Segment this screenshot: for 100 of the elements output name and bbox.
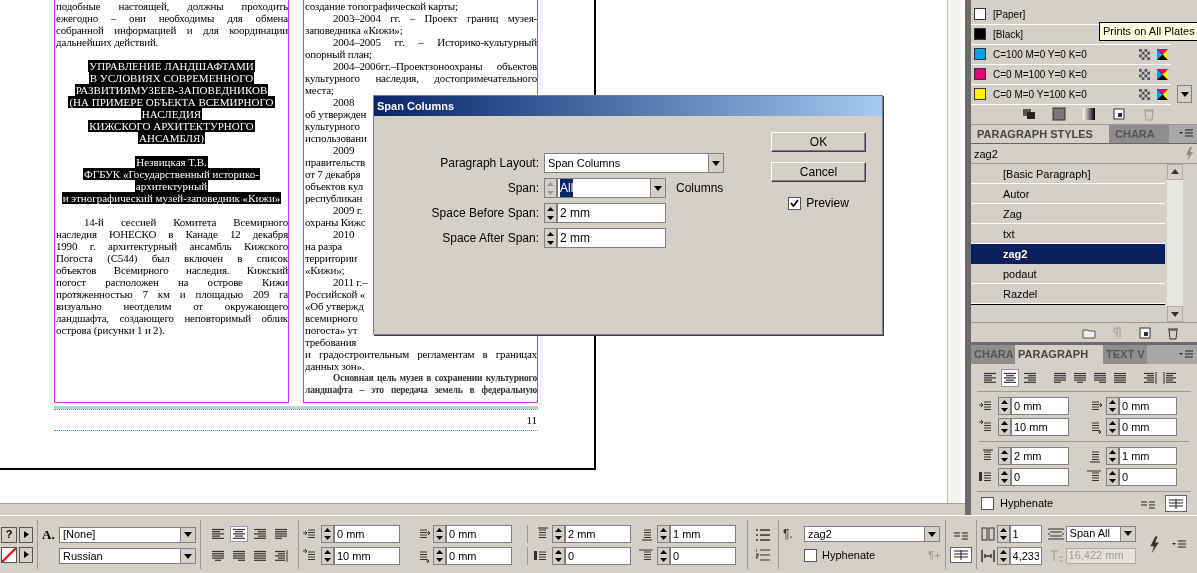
- input-field[interactable]: 0: [1011, 468, 1069, 487]
- dropdown[interactable]: Span Columns: [544, 153, 724, 173]
- style-list-item[interactable]: zag2: [971, 244, 1165, 265]
- input-field[interactable]: 0 mm: [446, 546, 512, 565]
- checkbox[interactable]: [981, 497, 994, 511]
- input-field[interactable]: 1 mm: [670, 524, 736, 543]
- input-field: 16,422 mm: [1065, 547, 1136, 564]
- stepper-button[interactable]: [998, 418, 1011, 437]
- stepper-button[interactable]: [544, 203, 557, 223]
- input-field[interactable]: 0 mm: [1119, 397, 1177, 416]
- style-list-item[interactable]: Razdel: [971, 284, 1165, 305]
- input-field[interactable]: 0 mm: [1011, 397, 1069, 416]
- field-label: Space Before Span:: [430, 205, 540, 222]
- stepper-button[interactable]: [657, 524, 670, 543]
- scroll-down-button[interactable]: [1177, 85, 1192, 103]
- stepper-button[interactable]: [544, 228, 557, 248]
- input-field[interactable]: 2 mm: [557, 203, 666, 223]
- align-button[interactable]: [230, 525, 248, 542]
- input-field[interactable]: 0: [565, 546, 631, 565]
- dialog-button[interactable]: OK: [771, 132, 866, 152]
- triangle-icon: [23, 551, 29, 558]
- stepper-button[interactable]: [1106, 418, 1119, 437]
- swatch-row[interactable]: C=0 M=100 Y=0 K=0: [971, 64, 1171, 85]
- input-field[interactable]: 0 mm: [334, 524, 400, 543]
- panel-menu-icon[interactable]: [1172, 539, 1186, 550]
- new-style-icon[interactable]: [1137, 325, 1153, 340]
- dropdown[interactable]: Span All: [1065, 525, 1136, 542]
- input-field[interactable]: 2 mm: [565, 524, 631, 543]
- stepper-button[interactable]: [321, 546, 334, 565]
- numbered-list-icon[interactable]: [756, 547, 770, 562]
- dialog-button[interactable]: Cancel: [771, 162, 866, 182]
- dropdown[interactable]: [None]: [59, 526, 196, 543]
- input-field[interactable]: 2 mm: [557, 228, 666, 248]
- input-field[interactable]: 0 mm: [1119, 418, 1177, 437]
- span-all-button[interactable]: [949, 546, 972, 563]
- swatch-row[interactable]: C=0 M=0 Y=100 K=0: [971, 84, 1171, 105]
- color-swatch-icon[interactable]: [1051, 107, 1067, 122]
- fill-stroke-icon[interactable]: [1021, 107, 1037, 122]
- span-width-icon: [1047, 548, 1064, 563]
- gradient-icon[interactable]: [1081, 107, 1097, 122]
- input-field[interactable]: 0: [1119, 468, 1177, 487]
- align-button[interactable]: [272, 547, 290, 564]
- no-fill-button[interactable]: [1, 546, 17, 563]
- swatch-row[interactable]: C=100 M=0 Y=0 K=0: [971, 44, 1171, 65]
- bullet-list-icon[interactable]: [756, 527, 770, 542]
- columns-icon: [1141, 498, 1155, 509]
- style-list-item[interactable]: podaut: [971, 264, 1165, 285]
- checkbox[interactable]: [804, 549, 817, 562]
- current-style: zag2: [974, 146, 998, 162]
- columns-icon: [1169, 498, 1183, 509]
- expand-button[interactable]: [19, 546, 33, 563]
- input-field[interactable]: 10 mm: [334, 546, 400, 565]
- input-field[interactable]: 2 mm: [1011, 447, 1069, 466]
- stepper-button[interactable]: [321, 524, 334, 543]
- stepper-button[interactable]: [998, 397, 1011, 416]
- up-arrow-icon: [1109, 471, 1116, 476]
- down-arrow-icon: [547, 190, 554, 195]
- stepper-button[interactable]: [552, 546, 565, 565]
- triangle-icon: [23, 531, 29, 538]
- dropdown[interactable]: Russian: [59, 548, 196, 565]
- up-arrow-icon: [1109, 400, 1116, 405]
- style-list-item[interactable]: Zag: [971, 204, 1165, 225]
- dropdown[interactable]: zag2: [804, 526, 940, 543]
- stepper-button[interactable]: [1106, 447, 1119, 466]
- align-justify-right-icon: [232, 549, 246, 562]
- dropdown[interactable]: All: [557, 178, 666, 198]
- space-after-icon: [639, 526, 655, 541]
- trash-icon[interactable]: [1165, 325, 1181, 340]
- style-list-item[interactable]: [Basic Paragraph]: [971, 164, 1165, 185]
- checkbox-label: Preview: [806, 195, 849, 212]
- new-swatch-icon[interactable]: [1111, 107, 1127, 122]
- stepper-button[interactable]: [996, 546, 1010, 565]
- stepper-button[interactable]: [1106, 468, 1119, 487]
- stepper-button[interactable]: [433, 546, 446, 565]
- stepper-button[interactable]: [552, 524, 565, 543]
- align-button[interactable]: [1001, 368, 1019, 387]
- down-arrow-icon: [1001, 408, 1008, 413]
- heading-text: Незвицкая Т.В. ФГБУК «Государственный историко- архитектурный и этнографический музей-заповедник «Кижи»: [60, 156, 283, 204]
- input-field[interactable]: 0 mm: [446, 524, 512, 543]
- stepper-button[interactable]: [1106, 397, 1119, 416]
- help-button[interactable]: ?: [1, 526, 17, 543]
- stepper-button[interactable]: [996, 524, 1010, 543]
- checkbox[interactable]: [788, 196, 802, 210]
- style-list-item[interactable]: Autor: [971, 184, 1165, 205]
- down-arrow-icon: [1109, 458, 1116, 463]
- up-arrow-icon: [547, 181, 554, 186]
- stepper-button[interactable]: [433, 524, 446, 543]
- input-field[interactable]: 10 mm: [1011, 418, 1069, 437]
- input-field[interactable]: 1 mm: [1119, 447, 1177, 466]
- span-all-button[interactable]: [1165, 495, 1187, 513]
- expand-button[interactable]: [19, 526, 33, 543]
- stepper-button[interactable]: [998, 468, 1011, 487]
- stepper-button[interactable]: [998, 447, 1011, 466]
- input-field[interactable]: 1: [1009, 524, 1042, 543]
- input-field[interactable]: 0: [670, 546, 736, 565]
- panel-tab[interactable]: PARAGRAPH: [1015, 345, 1103, 365]
- stepper-button[interactable]: [657, 546, 670, 565]
- lightning-icon[interactable]: [1148, 535, 1160, 554]
- down-arrow-icon: [1001, 479, 1008, 484]
- up-arrow-icon: [1109, 450, 1116, 455]
